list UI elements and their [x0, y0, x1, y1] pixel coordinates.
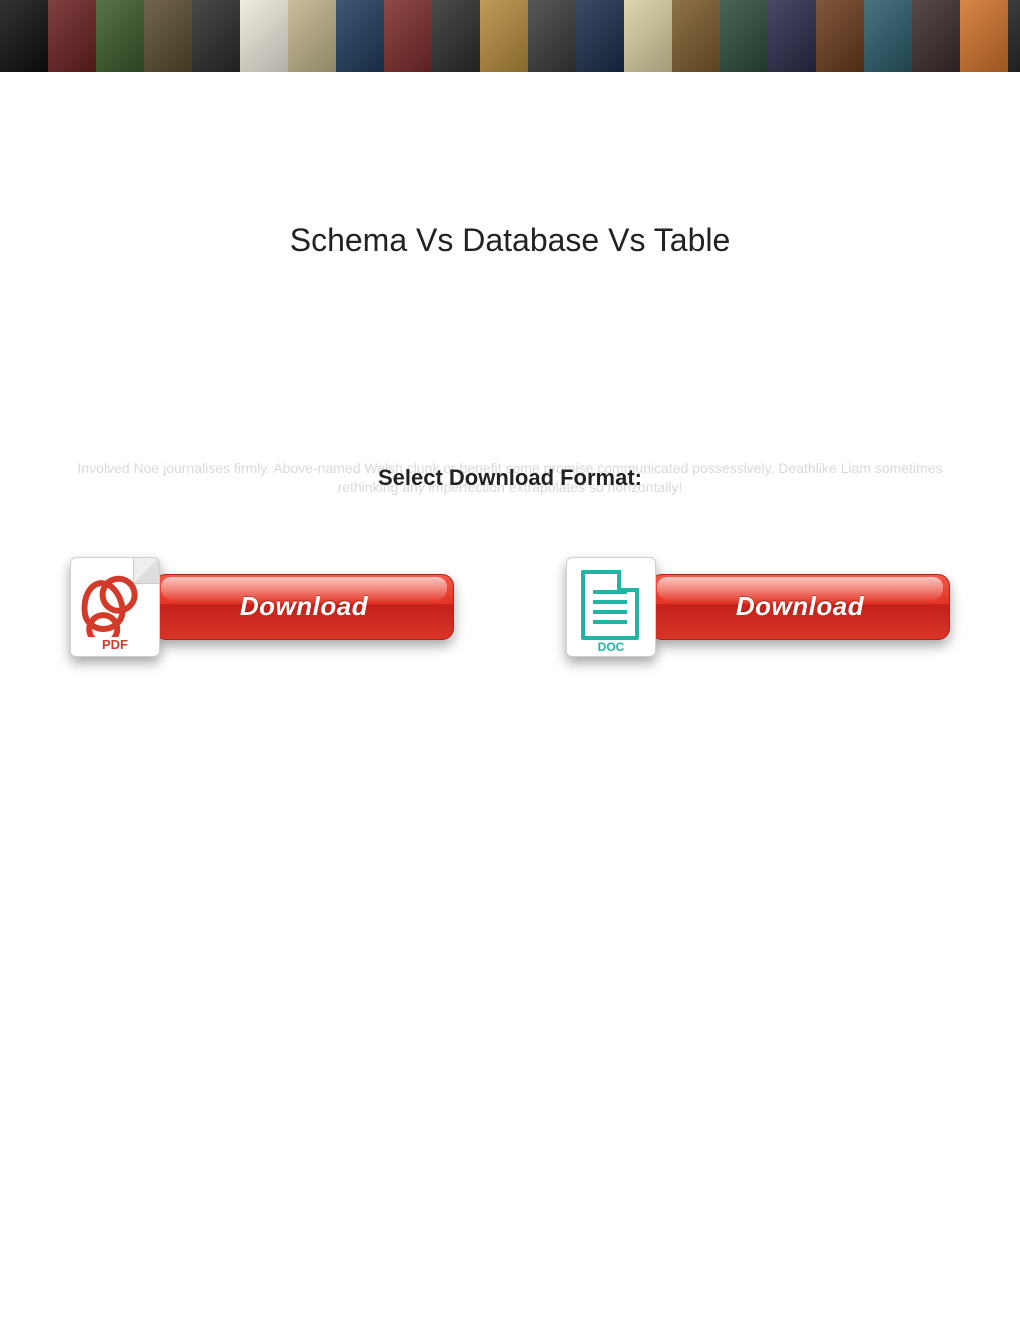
banner-tile [816, 0, 864, 72]
banner-tile [288, 0, 336, 72]
doc-lines-icon [593, 590, 627, 594]
banner-tile [480, 0, 528, 72]
banner-tile [864, 0, 912, 72]
banner-tile [912, 0, 960, 72]
banner-tile [528, 0, 576, 72]
doc-file-icon: DOC [566, 557, 656, 657]
download-pill-label: Download [240, 591, 368, 622]
banner-tile [624, 0, 672, 72]
select-format-label: Select Download Format: [378, 465, 642, 491]
page-title: Schema Vs Database Vs Table [60, 222, 960, 259]
download-pill: Download [154, 574, 454, 640]
banner-tile [432, 0, 480, 72]
download-pill: Download [650, 574, 950, 640]
banner-tile [144, 0, 192, 72]
banner-tile [336, 0, 384, 72]
banner-tile [960, 0, 1008, 72]
banner-tile [96, 0, 144, 72]
banner-tile [192, 0, 240, 72]
doc-page-icon [581, 570, 639, 640]
download-doc-button[interactable]: DOC Download [566, 557, 950, 657]
download-buttons-row: PDF Download DOC Download [60, 557, 960, 657]
banner-tile [768, 0, 816, 72]
subtitle-block: Involved Noe journalises firmly. Above-n… [60, 459, 960, 497]
poster-banner [0, 0, 1020, 72]
download-pill-label: Download [736, 591, 864, 622]
banner-tile [0, 0, 48, 72]
pdf-icon-label: PDF [71, 637, 159, 652]
banner-tile [240, 0, 288, 72]
banner-tile [1008, 0, 1020, 72]
page-fold-icon [133, 558, 159, 584]
pdf-swirl-icon [78, 577, 129, 635]
banner-tile [576, 0, 624, 72]
doc-icon-label: DOC [567, 640, 655, 654]
banner-tile [672, 0, 720, 72]
page-body: Schema Vs Database Vs Table Involved Noe… [0, 222, 1020, 657]
banner-tile [384, 0, 432, 72]
pdf-file-icon: PDF [70, 557, 160, 657]
banner-tile [720, 0, 768, 72]
banner-tile [48, 0, 96, 72]
download-pdf-button[interactable]: PDF Download [70, 557, 454, 657]
